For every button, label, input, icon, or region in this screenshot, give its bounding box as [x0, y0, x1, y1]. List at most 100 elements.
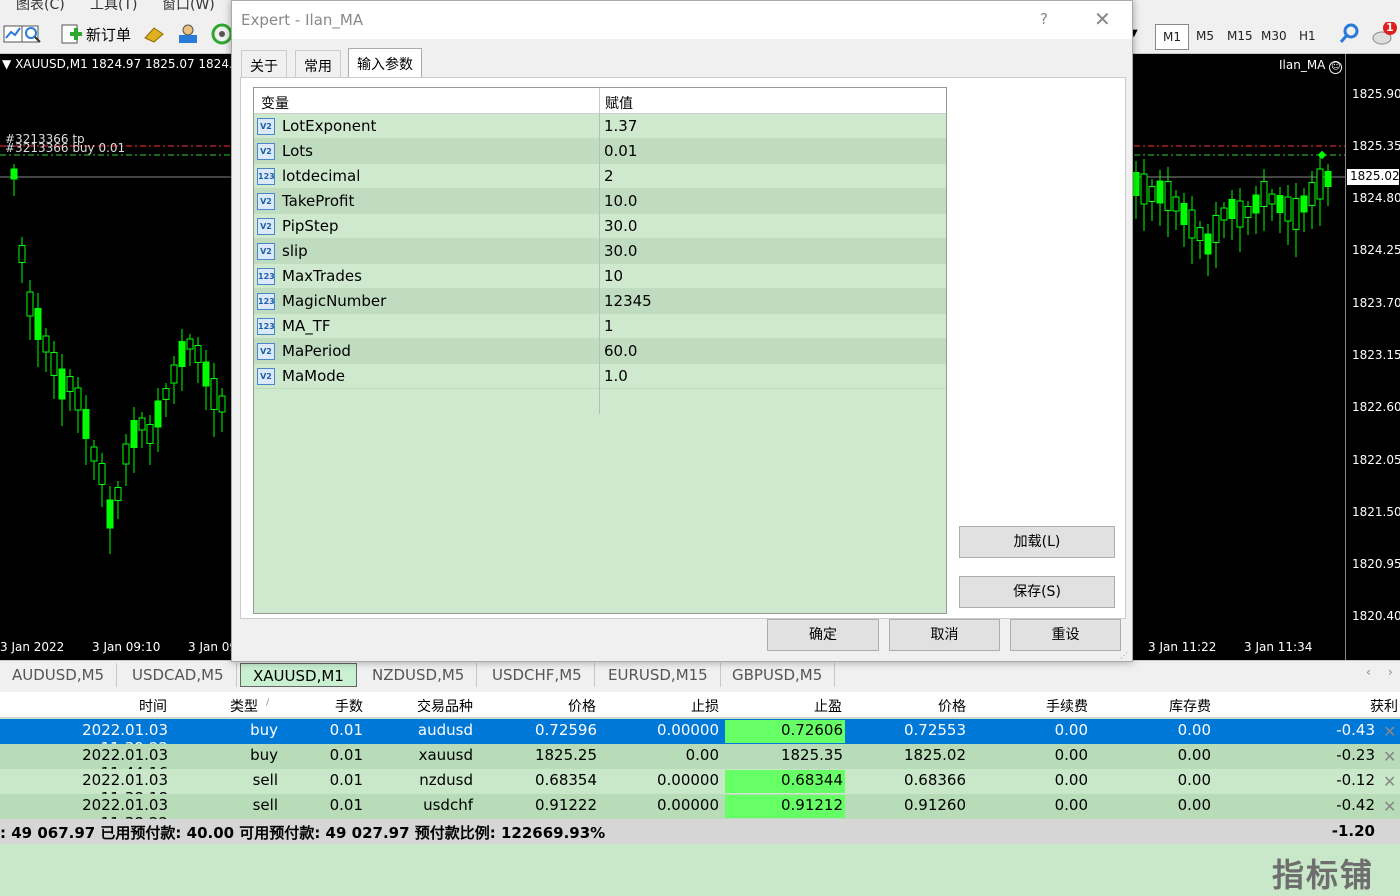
candle-body [1180, 203, 1188, 225]
param-row[interactable]: V2 PipStep 30.0 [254, 214, 946, 239]
order-commission: 0.00 [1054, 796, 1088, 814]
col-time[interactable]: 时间 [100, 696, 167, 716]
menu-tools[interactable]: 工具(T) [90, 0, 137, 14]
col-swap[interactable]: 库存费 [1140, 696, 1211, 716]
candle-body [1276, 195, 1284, 213]
param-value[interactable]: 10.0 [604, 192, 637, 210]
symbol-tab[interactable]: NZDUSD,M5 [360, 663, 478, 687]
col-price[interactable]: 价格 [520, 696, 596, 716]
param-row[interactable]: 123 MaxTrades 10 [254, 264, 946, 289]
param-row[interactable]: 123 lotdecimal 2 [254, 164, 946, 189]
param-name: MA_TF [282, 317, 331, 335]
param-row[interactable]: V2 LotExponent 1.37 [254, 114, 946, 139]
col-profit[interactable]: 获利 [1340, 696, 1398, 716]
tab-about[interactable]: 关于 [241, 50, 287, 77]
notification-icon[interactable]: 1 [1372, 21, 1397, 46]
help-button[interactable]: ? [1040, 10, 1048, 28]
col-variable[interactable]: 变量 [261, 93, 289, 113]
col-sl[interactable]: 止损 [650, 696, 719, 716]
reset-button[interactable]: 重设 [1010, 619, 1121, 651]
timeframe-m30[interactable]: M30 [1254, 24, 1294, 50]
col-current-price[interactable]: 价格 [900, 696, 966, 716]
candle-body [186, 338, 194, 350]
resize-grip-icon[interactable]: ⋰ [1120, 651, 1130, 661]
candle-body [194, 345, 202, 363]
params-header: 变量 赋值 [254, 88, 946, 114]
chart-menu-triangle-icon[interactable]: ▼ [2, 57, 11, 71]
param-value[interactable]: 2 [604, 167, 614, 185]
symbol-tab[interactable]: AUDUSD,M5 [0, 663, 118, 687]
gold-icon[interactable] [142, 22, 166, 46]
order-row[interactable]: 2022.01.03 11:44:16buy0.01xauusd1825.250… [0, 744, 1400, 782]
col-commission[interactable]: 手续费 [1020, 696, 1088, 716]
close-order-icon[interactable]: ✕ [1383, 797, 1396, 816]
param-value[interactable]: 12345 [604, 292, 652, 310]
dialog-titlebar[interactable]: Expert - Ilan_MA ? ✕ [232, 1, 1132, 39]
candle-body [1220, 207, 1228, 221]
current-price-tag: 1825.02 [1347, 169, 1400, 185]
scroll-left-icon[interactable]: ‹ [1366, 665, 1371, 679]
param-value[interactable]: 10 [604, 267, 623, 285]
col-value[interactable]: 赋值 [605, 93, 633, 113]
close-order-icon[interactable]: ✕ [1383, 747, 1396, 766]
order-profit: -0.43 [1336, 721, 1375, 739]
candle-body [1156, 180, 1164, 204]
order-row[interactable]: 2022.01.03 11:38:22sell0.01usdchf0.91222… [0, 794, 1400, 832]
timeframe-m5[interactable]: M5 [1189, 24, 1221, 50]
close-button[interactable]: ✕ [1094, 7, 1111, 31]
params-table: 变量 赋值 V2 LotExponent 1.37 V2 Lots 0.01 123 lotd… [253, 87, 947, 614]
col-tp[interactable]: 止盈 [780, 696, 842, 716]
scroll-right-icon[interactable]: › [1388, 665, 1393, 679]
param-name: MaPeriod [282, 342, 351, 360]
close-order-icon[interactable]: ✕ [1383, 722, 1396, 741]
param-value[interactable]: 30.0 [604, 242, 637, 260]
tab-panel: 变量 赋值 V2 LotExponent 1.37 V2 Lots 0.01 123 lotd… [240, 77, 1126, 619]
menu-window[interactable]: 窗口(W) [162, 0, 215, 14]
param-value[interactable]: 1 [604, 317, 614, 335]
param-value[interactable]: 1.0 [604, 367, 628, 385]
cancel-button[interactable]: 取消 [889, 619, 1000, 651]
order-tp: 0.68344 [780, 771, 843, 789]
expert-indicator[interactable]: Ilan_MA ☺ [1279, 58, 1343, 74]
candle-body [1196, 227, 1204, 241]
param-row[interactable]: 123 MA_TF 1 [254, 314, 946, 339]
param-value[interactable]: 1.37 [604, 117, 637, 135]
order-row[interactable]: 2022.01.03 11:38:18sell0.01nzdusd0.68354… [0, 769, 1400, 807]
timeframe-m1[interactable]: M1 [1155, 24, 1189, 50]
param-value[interactable]: 60.0 [604, 342, 637, 360]
symbol-tab[interactable]: USDCAD,M5 [120, 663, 237, 687]
tab-inputs[interactable]: 输入参数 [348, 48, 422, 78]
symbol-tab[interactable]: USDCHF,M5 [480, 663, 595, 687]
timeframe-h1[interactable]: H1 [1292, 24, 1323, 50]
candle-body [1300, 195, 1308, 213]
param-row[interactable]: V2 slip 30.0 [254, 239, 946, 264]
col-lots[interactable]: 手数 [300, 696, 363, 716]
param-row[interactable]: V2 MaMode 1.0 [254, 364, 946, 389]
ok-button[interactable]: 确定 [767, 619, 879, 651]
person-icon[interactable] [176, 22, 200, 46]
save-button[interactable]: 保存(S) [959, 576, 1115, 608]
load-button[interactable]: 加载(L) [959, 526, 1115, 558]
search-icon[interactable] [1338, 22, 1362, 46]
param-row[interactable]: 123 MagicNumber 12345 [254, 289, 946, 314]
order-row[interactable]: 2022.01.03 11:39:22buy0.01audusd0.725960… [0, 719, 1400, 757]
col-symbol[interactable]: 交易品种 [390, 696, 473, 716]
tab-common[interactable]: 常用 [295, 50, 341, 77]
new-order-button[interactable]: 新订单 [60, 22, 140, 46]
symbol-tab[interactable]: GBPUSD,M5 [720, 663, 836, 687]
param-row[interactable]: V2 MaPeriod 60.0 [254, 339, 946, 364]
param-value[interactable]: 30.0 [604, 217, 637, 235]
dialog-title: Expert - Ilan_MA [241, 11, 364, 29]
symbol-tabs: AUDUSD,M5 USDCAD,M5 XAUUSD,M1 NZDUSD,M5 … [0, 660, 1400, 688]
param-row[interactable]: V2 Lots 0.01 [254, 139, 946, 164]
zoom-icon[interactable] [20, 22, 44, 46]
symbol-tab[interactable]: EURUSD,M15 [596, 663, 721, 687]
close-order-icon[interactable]: ✕ [1383, 772, 1396, 791]
menu-chart[interactable]: 图表(C) [16, 0, 65, 14]
symbol-tab-active[interactable]: XAUUSD,M1 [240, 663, 357, 687]
order-commission: 0.00 [1054, 771, 1088, 789]
col-type[interactable]: 类型 [200, 696, 258, 716]
param-row[interactable]: V2 TakeProfit 10.0 [254, 189, 946, 214]
param-value[interactable]: 0.01 [604, 142, 637, 160]
integer-type-icon: 123 [257, 268, 275, 285]
